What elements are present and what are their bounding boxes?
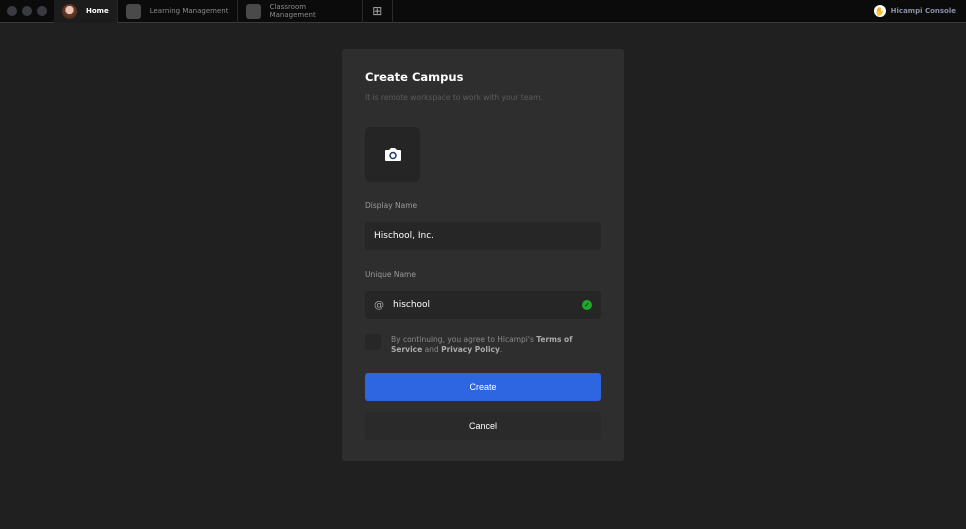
dialog-title: Create Campus [365,70,464,84]
cancel-button[interactable]: Cancel [365,412,601,440]
maximize-window-button[interactable] [37,6,47,16]
tab-label: Classroom Management [269,3,316,19]
check-icon: ✓ [582,300,592,310]
create-button[interactable]: Create [365,373,601,401]
tab-classroom-management[interactable]: Classroom Management [238,0,363,23]
terms-text-mid: and [422,345,442,354]
camera-icon [384,148,401,161]
display-name-value: Hischool, Inc. [374,231,435,241]
upload-photo-button[interactable] [365,127,420,182]
tab-home[interactable]: Home [54,0,118,23]
at-icon: @ [374,299,384,311]
terms-text-pre: By continuing, you agree to Hicampi's [391,335,537,344]
tab-label: Home [86,7,109,15]
tab-label: Learning Management [149,7,229,15]
minimize-window-button[interactable] [22,6,32,16]
unique-name-input[interactable]: @ hischool ✓ [365,291,601,319]
dialog-subtitle: It is remote workspace to work with your… [365,93,543,102]
close-window-button[interactable] [7,6,17,16]
hicampi-logo-icon: ✋ [873,5,886,17]
create-campus-dialog: Create Campus It is remote workspace to … [342,49,624,461]
privacy-link[interactable]: Privacy Policy [441,345,500,354]
app-icon [245,3,261,19]
terms-text: By continuing, you agree to Hicampi's Te… [391,335,591,355]
tab-learning-management[interactable]: Learning Management [118,0,238,23]
app-icon [125,3,141,19]
brand: ✋ Hicampi Console [873,5,966,17]
terms-checkbox[interactable] [365,334,381,350]
brand-name: Hicampi Console [890,7,956,15]
unique-name-value: hischool [393,300,431,310]
unique-name-label: Unique Name [365,270,416,279]
window-controls [0,6,54,16]
add-tab-button[interactable]: ⊞ [363,0,393,23]
avatar [62,3,77,19]
display-name-label: Display Name [365,201,418,210]
display-name-input[interactable]: Hischool, Inc. [365,222,601,250]
title-bar: Home Learning Management Classroom Manag… [0,0,966,23]
terms-text-end: . [499,345,503,354]
